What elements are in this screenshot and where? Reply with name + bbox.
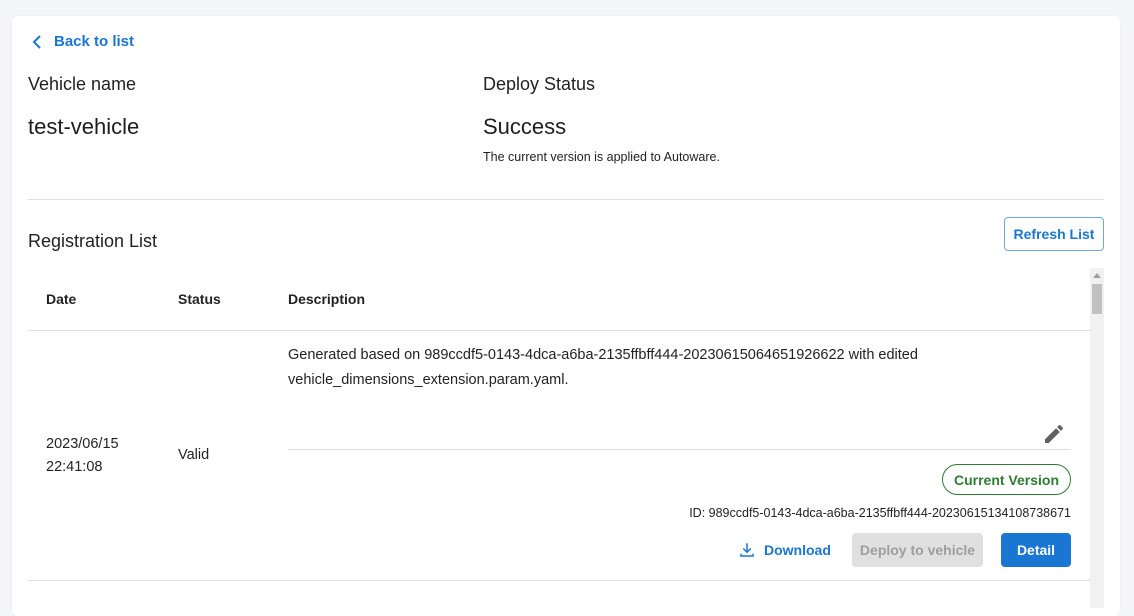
row-divider (28, 580, 1090, 581)
description-line-2: vehicle_dimensions_extension.param.yaml. (288, 372, 569, 388)
download-button[interactable]: Download (738, 541, 831, 559)
back-label: Back to list (54, 33, 135, 50)
scroll-up-arrow[interactable] (1093, 273, 1101, 278)
download-icon (740, 543, 754, 557)
detail-card: Back to list Vehicle name test-vehicle D… (12, 16, 1120, 616)
table-scrollbar[interactable] (1090, 268, 1104, 608)
column-header-description: Description (288, 291, 366, 307)
back-to-list-link[interactable]: Back to list (32, 33, 134, 50)
row-status: Valid (178, 447, 210, 463)
download-label: Download (764, 542, 831, 558)
registration-list-title: Registration List (28, 231, 158, 251)
row-time: 22:41:08 (46, 459, 103, 475)
detail-button[interactable]: Detail (1001, 533, 1071, 567)
registration-table: Date Status Description 2023/06/15 22:41… (28, 268, 1090, 608)
version-id: ID: 989ccdf5-0143-4dca-a6ba-2135ffbff444… (689, 506, 1071, 520)
chevron-left-icon (32, 34, 41, 49)
column-header-date: Date (46, 291, 77, 307)
section-divider (28, 199, 1104, 200)
description-line-1: Generated based on 989ccdf5-0143-4dca-a6… (288, 347, 918, 363)
deploy-status-value: Success (483, 114, 567, 139)
vehicle-name-value: test-vehicle (28, 114, 140, 139)
row-date: 2023/06/15 (46, 436, 119, 452)
refresh-list-button[interactable]: Refresh List (1004, 217, 1104, 251)
header-divider (28, 330, 1090, 331)
current-version-badge: Current Version (942, 464, 1071, 495)
deploy-status-message: The current version is applied to Autowa… (483, 150, 720, 164)
deploy-to-vehicle-button[interactable]: Deploy to vehicle (852, 533, 983, 567)
description-divider (288, 449, 1071, 450)
vehicle-name-label: Vehicle name (28, 74, 137, 94)
row-description: Generated based on 989ccdf5-0143-4dca-a6… (288, 343, 1018, 393)
deploy-status-label: Deploy Status (483, 74, 596, 94)
scroll-thumb[interactable] (1092, 284, 1102, 314)
pencil-icon[interactable] (1042, 422, 1066, 446)
column-header-status: Status (178, 291, 221, 307)
